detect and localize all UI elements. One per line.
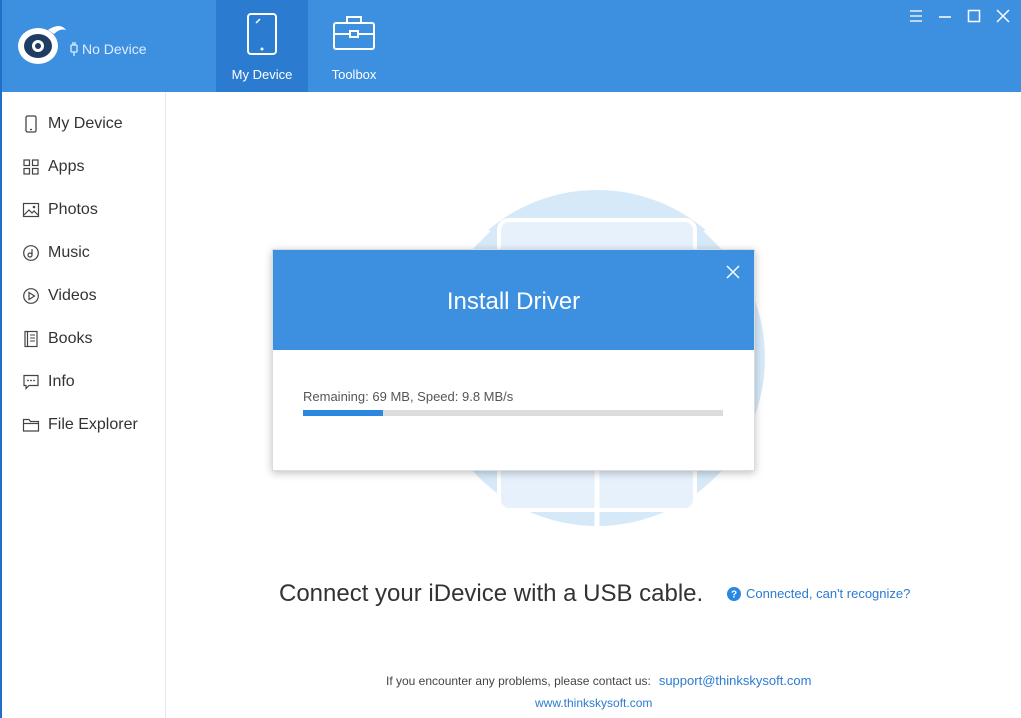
sidebar-item-my-device[interactable]: My Device: [22, 110, 123, 138]
dialog-close-icon[interactable]: [725, 264, 741, 280]
contact-text: If you encounter any problems, please co…: [386, 673, 651, 688]
menu-icon[interactable]: [908, 8, 924, 24]
website-link[interactable]: www.thinkskysoft.com: [535, 696, 652, 710]
music-icon: [23, 245, 39, 261]
plug-icon: [70, 42, 78, 56]
sidebar-item-label: Music: [48, 244, 90, 261]
sidebar-item-info[interactable]: Info: [22, 368, 75, 396]
svg-text:?: ?: [731, 589, 737, 600]
dialog-header: Install Driver: [273, 250, 754, 350]
connect-instruction: Connect your iDevice with a USB cable.: [279, 580, 704, 607]
sidebar-item-label: Info: [48, 373, 75, 390]
install-driver-dialog: Install Driver Remaining: 69 MB, Speed: …: [272, 249, 755, 471]
toolbox-icon: [333, 16, 375, 50]
sidebar-item-label: Photos: [48, 201, 98, 218]
help-icon: ?: [727, 586, 741, 601]
sidebar-item-label: File Explorer: [48, 416, 138, 433]
contact-line: If you encounter any problems, please co…: [386, 673, 811, 688]
grid-icon: [23, 159, 39, 175]
cant-recognize-label: Connected, can't recognize?: [746, 586, 911, 601]
phone-icon: [25, 115, 37, 133]
tablet-icon: [247, 13, 277, 55]
play-icon: [23, 288, 39, 304]
tab-toolbox[interactable]: Toolbox: [308, 0, 400, 92]
sidebar-item-label: My Device: [48, 115, 123, 132]
sidebar-item-label: Apps: [48, 158, 85, 175]
photo-icon: [22, 202, 40, 218]
sidebar-item-music[interactable]: Music: [22, 239, 90, 267]
cant-recognize-link[interactable]: ? Connected, can't recognize?: [727, 586, 910, 601]
book-icon: [24, 330, 38, 348]
device-status-label: No Device: [82, 41, 147, 57]
folder-icon: [22, 418, 40, 432]
maximize-icon[interactable]: [966, 8, 982, 24]
sidebar-item-label: Videos: [48, 287, 97, 304]
sidebar: My Device Apps Photos Music Videos Books…: [2, 92, 166, 718]
close-icon[interactable]: [995, 8, 1011, 24]
title-bar: No Device My Device Toolbox: [0, 0, 1021, 92]
support-email-link[interactable]: support@thinkskysoft.com: [659, 673, 812, 688]
sidebar-item-file-explorer[interactable]: File Explorer: [22, 411, 138, 439]
sidebar-item-books[interactable]: Books: [22, 325, 92, 353]
sidebar-item-videos[interactable]: Videos: [22, 282, 97, 310]
tab-my-device-label: My Device: [231, 67, 293, 82]
tab-toolbox-label: Toolbox: [331, 67, 377, 82]
device-status: No Device: [69, 41, 147, 57]
sidebar-item-apps[interactable]: Apps: [22, 153, 84, 181]
minimize-icon[interactable]: [937, 8, 953, 24]
sidebar-item-photos[interactable]: Photos: [22, 196, 98, 224]
progress-bar-fill: [303, 410, 383, 416]
tab-my-device[interactable]: My Device: [216, 0, 308, 92]
app-logo: [18, 26, 66, 64]
progress-bar: [303, 410, 723, 416]
window-controls: [908, 8, 1011, 24]
sidebar-item-label: Books: [48, 330, 93, 347]
chat-icon: [23, 374, 39, 390]
progress-status: Remaining: 69 MB, Speed: 9.8 MB/s: [303, 389, 514, 404]
dialog-title: Install Driver: [446, 288, 581, 315]
